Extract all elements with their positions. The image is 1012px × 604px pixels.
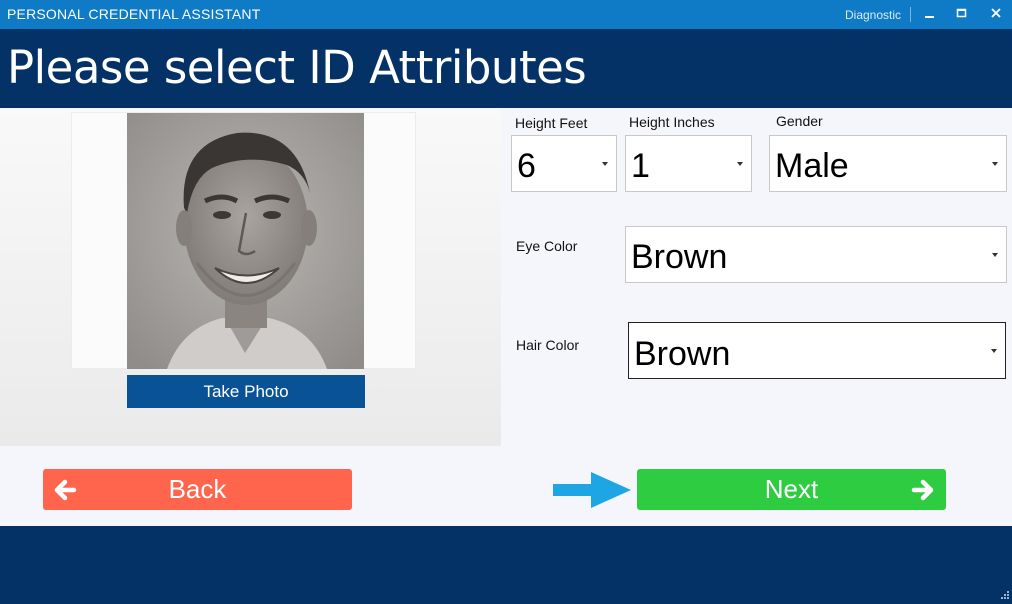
gender-label: Gender (776, 113, 823, 129)
title-bar: PERSONAL CREDENTIAL ASSISTANT Diagnostic (0, 0, 1012, 29)
back-label: Back (168, 474, 227, 504)
app-title: PERSONAL CREDENTIAL ASSISTANT (7, 6, 261, 22)
gender-select[interactable]: Male (769, 135, 1007, 192)
title-bar-separator (910, 7, 911, 22)
page-title: Please select ID Attributes (7, 41, 587, 94)
eye-color-select[interactable]: Brown (625, 226, 1007, 283)
arrow-right-icon (911, 479, 934, 501)
portrait-photo (127, 113, 364, 369)
minimize-icon (925, 16, 934, 18)
resize-grip-icon[interactable] (998, 590, 1010, 602)
maximize-button[interactable] (950, 3, 974, 25)
back-button[interactable]: Back (43, 469, 352, 510)
page-header: Please select ID Attributes (0, 29, 1012, 108)
hair-color-select[interactable]: Brown (628, 322, 1006, 379)
take-photo-button[interactable]: Take Photo (127, 375, 365, 408)
diagnostic-link[interactable]: Diagnostic (845, 8, 901, 22)
gender-value: Male (775, 147, 849, 185)
height-feet-label: Height Feet (515, 115, 588, 131)
chevron-down-icon (992, 253, 998, 257)
chevron-down-icon (992, 162, 998, 166)
height-feet-select[interactable]: 6 (511, 135, 617, 192)
next-button[interactable]: Next (637, 469, 946, 510)
hair-color-label: Hair Color (516, 337, 580, 353)
next-label: Next (764, 474, 819, 504)
height-inches-label: Height Inches (629, 114, 715, 130)
height-feet-value: 6 (517, 147, 536, 185)
chevron-down-icon (737, 162, 743, 166)
height-inches-select[interactable]: 1 (625, 135, 752, 192)
arrow-right-hint-icon (553, 472, 631, 508)
eye-color-label: Eye Color (516, 238, 578, 254)
height-inches-value: 1 (631, 147, 650, 185)
footer-bar (0, 526, 1012, 604)
chevron-down-icon (991, 349, 997, 353)
chevron-down-icon (602, 162, 608, 166)
minimize-button[interactable] (918, 3, 942, 25)
maximize-icon (956, 8, 967, 18)
close-icon (991, 8, 1001, 18)
close-button[interactable] (984, 3, 1008, 25)
hair-color-value: Brown (634, 335, 731, 373)
eye-color-value: Brown (631, 238, 728, 276)
